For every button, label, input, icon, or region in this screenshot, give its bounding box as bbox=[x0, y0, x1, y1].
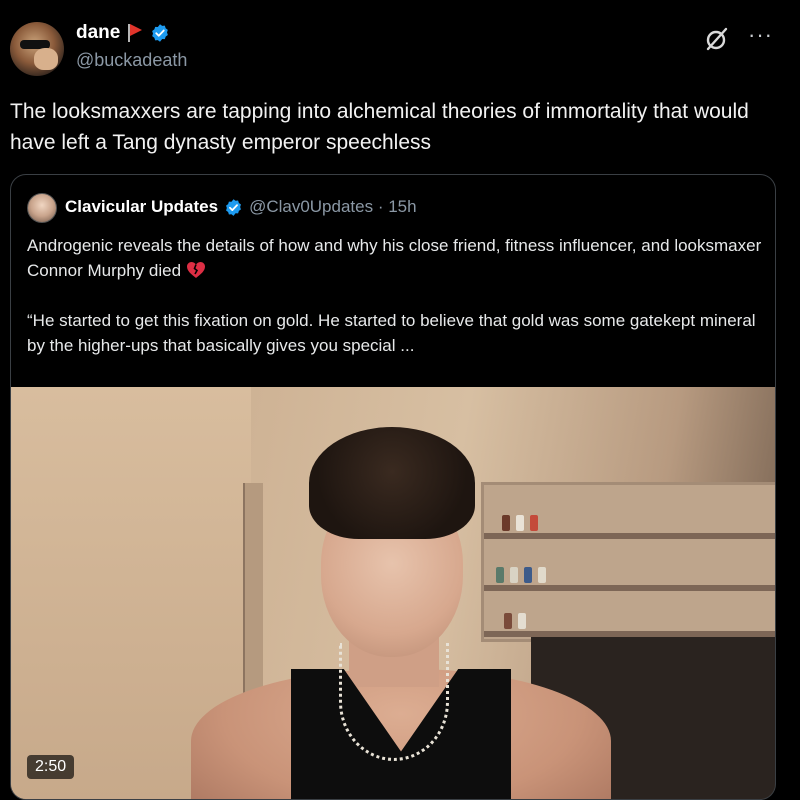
quoted-post-text: Androgenic reveals the details of how an… bbox=[27, 233, 763, 383]
author-avatar[interactable] bbox=[10, 22, 64, 76]
broken-heart-icon bbox=[186, 262, 205, 278]
red-flag-icon bbox=[126, 23, 144, 43]
video-duration-badge: 2:50 bbox=[27, 755, 75, 779]
more-icon[interactable]: ··· bbox=[748, 22, 773, 48]
verified-badge-icon bbox=[152, 24, 169, 42]
grok-icon[interactable] bbox=[704, 26, 730, 52]
quoted-author-handle-time[interactable]: @Clav0Updates · 15h bbox=[249, 197, 417, 217]
quoted-post-header: Clavicular Updates @Clav0Updates · 15h bbox=[65, 197, 417, 217]
post-text: The looksmaxxers are tapping into alchem… bbox=[10, 100, 749, 154]
quoted-author-name[interactable]: Clavicular Updates bbox=[65, 197, 218, 217]
video-person bbox=[181, 407, 621, 799]
quoted-paragraph-2: “He started to get this fixation on gold… bbox=[27, 311, 756, 355]
quoted-paragraph-1: Androgenic reveals the details of how an… bbox=[27, 233, 763, 283]
quoted-paragraph-1-text: Androgenic reveals the details of how an… bbox=[27, 236, 762, 280]
quoted-author-avatar[interactable] bbox=[27, 193, 57, 223]
verified-badge-icon bbox=[226, 198, 242, 216]
author-display-name[interactable]: dane bbox=[76, 22, 120, 44]
hand bbox=[34, 48, 58, 70]
quoted-post-card[interactable]: Clavicular Updates @Clav0Updates · 15h A… bbox=[10, 174, 776, 800]
author-name-row: dane bbox=[76, 22, 170, 44]
video-player[interactable]: 2:50 bbox=[11, 387, 775, 799]
author-handle[interactable]: @buckadeath bbox=[76, 50, 187, 71]
